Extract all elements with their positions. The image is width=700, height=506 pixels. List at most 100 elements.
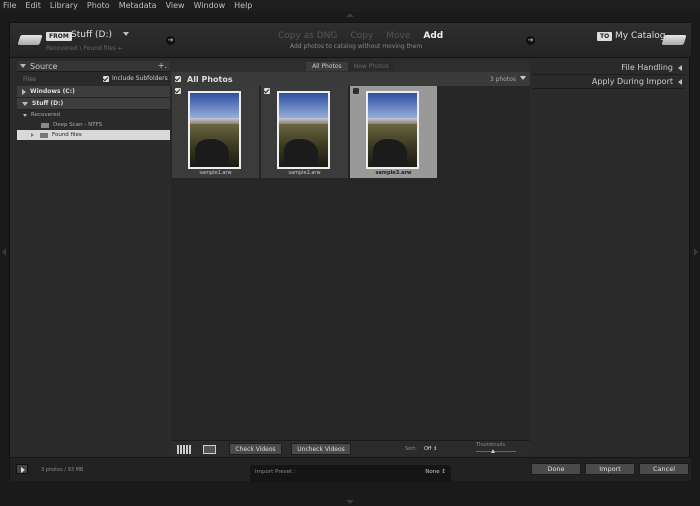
source-drive-icon	[17, 35, 43, 45]
thumbnail-grid: sample1.arw sample2.arw sample3.arw	[171, 86, 530, 178]
apply-during-import-header[interactable]: Apply During Import	[532, 75, 685, 89]
tab-all-photos[interactable]: All Photos	[306, 62, 348, 71]
photo-checkbox[interactable]	[175, 88, 181, 94]
folder-recovered[interactable]: Recovered	[17, 110, 170, 120]
import-button[interactable]: Import	[585, 463, 635, 475]
files-row: Files Include Subfolders	[17, 72, 170, 86]
import-dialog: FROM Stuff (D:) Recovered \ Found files …	[9, 22, 691, 482]
collapse-icon	[23, 113, 27, 117]
folder-found-files[interactable]: Found files	[17, 130, 170, 140]
destination-panel: File Handling Apply During Import	[532, 61, 685, 456]
select-all-checkbox[interactable]	[175, 76, 181, 82]
folder-icon	[41, 122, 49, 128]
menu-bar: File Edit Library Photo Metadata View Wi…	[0, 0, 700, 12]
done-button[interactable]: Done	[531, 463, 581, 475]
folder-icon	[40, 132, 48, 138]
uncheck-videos-button[interactable]: Uncheck Videos	[291, 443, 351, 455]
import-preset-selector[interactable]: Import Preset : None ↕	[250, 465, 451, 482]
sort-select[interactable]: Off ↕	[424, 446, 437, 452]
import-topbar: FROM Stuff (D:) Recovered \ Found files …	[10, 23, 691, 58]
volume-stuff[interactable]: Stuff (D:)	[17, 98, 170, 110]
photo-thumbnail	[366, 91, 419, 169]
mode-copy-as-dng[interactable]: Copy as DNG	[278, 31, 337, 41]
menu-photo[interactable]: Photo	[87, 0, 110, 12]
photo-filename: sample3.arw	[375, 170, 412, 176]
mode-description: Add photos to catalog without moving the…	[290, 43, 423, 50]
folder-label: Found files	[52, 132, 82, 138]
folder-label: Deep Scan - NTFS	[53, 122, 103, 128]
catalog-icon	[661, 35, 687, 45]
volume-label: Stuff (D:)	[32, 100, 64, 107]
loupe-view-icon[interactable]	[203, 445, 216, 454]
left-panel-toggle-icon[interactable]	[2, 248, 6, 256]
from-badge: FROM	[46, 32, 72, 41]
expand-icon	[678, 79, 682, 85]
photo-filter-tabs: All Photos New Photos	[171, 61, 530, 72]
menu-metadata[interactable]: Metadata	[119, 0, 157, 12]
sort-label: Sort:	[405, 446, 417, 452]
grid-header-menu-icon[interactable]	[520, 76, 526, 80]
top-panel-toggle-icon[interactable]	[346, 13, 354, 17]
photo-filename: sample2.arw	[288, 170, 321, 176]
grid-title: All Photos	[187, 74, 233, 84]
menu-help[interactable]: Help	[234, 0, 252, 12]
folder-label: Recovered	[31, 112, 61, 118]
tab-new-photos[interactable]: New Photos	[347, 62, 395, 71]
preset-value: None ↕	[425, 469, 446, 475]
source-header[interactable]: Source +.	[17, 61, 170, 72]
grid-header: All Photos 3 photos	[171, 72, 530, 86]
from-path: Recovered \ Found files ←	[46, 45, 123, 52]
import-mode-selector: Copy as DNG Copy Move Add	[278, 31, 443, 41]
to-badge: TO	[597, 32, 613, 41]
expand-footer-icon[interactable]	[16, 464, 28, 474]
file-handling-header[interactable]: File Handling	[532, 61, 685, 75]
bottom-panel-toggle-icon[interactable]	[346, 500, 354, 504]
expand-icon	[22, 88, 26, 95]
add-source-icon[interactable]: +.	[158, 61, 167, 70]
photo-checkbox[interactable]	[264, 88, 270, 94]
grid-toolbar: Check Videos Uncheck Videos Sort: Off ↕ …	[171, 440, 530, 456]
grid-view-icon[interactable]	[177, 445, 192, 454]
from-dropdown-icon[interactable]	[123, 32, 129, 36]
mode-move[interactable]: Move	[386, 31, 410, 41]
import-footer: 3 photos / 93 MB Import Preset : None ↕ …	[10, 457, 691, 482]
expand-icon	[31, 133, 34, 137]
cancel-button[interactable]: Cancel	[639, 463, 689, 475]
photo-cell[interactable]: sample2.arw	[261, 86, 348, 178]
thumbnails-label: Thumbnails	[476, 442, 506, 448]
source-panel: Source +. Files Include Subfolders Windo…	[17, 61, 170, 456]
right-panel-toggle-icon[interactable]	[694, 248, 698, 256]
volume-label: Windows (C:)	[30, 88, 75, 95]
photo-checkbox[interactable]	[353, 88, 359, 94]
photo-filename: sample1.arw	[199, 170, 232, 176]
checkbox-icon	[103, 75, 109, 82]
slider-handle-icon[interactable]	[491, 449, 495, 453]
mode-add[interactable]: Add	[423, 31, 443, 41]
menu-edit[interactable]: Edit	[25, 0, 41, 12]
section-title: Apply During Import	[591, 77, 673, 86]
photo-thumbnail	[277, 91, 330, 169]
source-title: Source	[30, 61, 58, 71]
expand-icon	[678, 65, 682, 71]
check-videos-button[interactable]: Check Videos	[229, 443, 282, 455]
arrow-right-icon: ➔	[526, 36, 535, 45]
menu-library[interactable]: Library	[50, 0, 78, 12]
collapse-icon	[22, 101, 28, 106]
include-subfolders-label: Include Subfolders	[112, 75, 168, 82]
menu-window[interactable]: Window	[194, 0, 226, 12]
preset-label: Import Preset :	[255, 469, 296, 475]
menu-file[interactable]: File	[3, 0, 16, 12]
from-source-selector[interactable]: Stuff (D:)	[71, 30, 112, 40]
mode-copy[interactable]: Copy	[350, 31, 373, 41]
folder-deep-scan[interactable]: Deep Scan - NTFS	[17, 120, 170, 130]
to-destination[interactable]: My Catalog	[615, 31, 666, 41]
include-subfolders-checkbox[interactable]: Include Subfolders	[103, 75, 168, 82]
collapse-icon	[20, 64, 26, 68]
thumbnail-size-slider[interactable]	[476, 451, 516, 452]
photo-cell[interactable]: sample1.arw	[172, 86, 259, 178]
photo-cell[interactable]: sample3.arw	[350, 86, 437, 178]
section-title: File Handling	[621, 63, 673, 72]
arrow-right-icon: ➔	[166, 36, 175, 45]
menu-view[interactable]: View	[166, 0, 185, 12]
volume-windows[interactable]: Windows (C:)	[17, 86, 170, 98]
